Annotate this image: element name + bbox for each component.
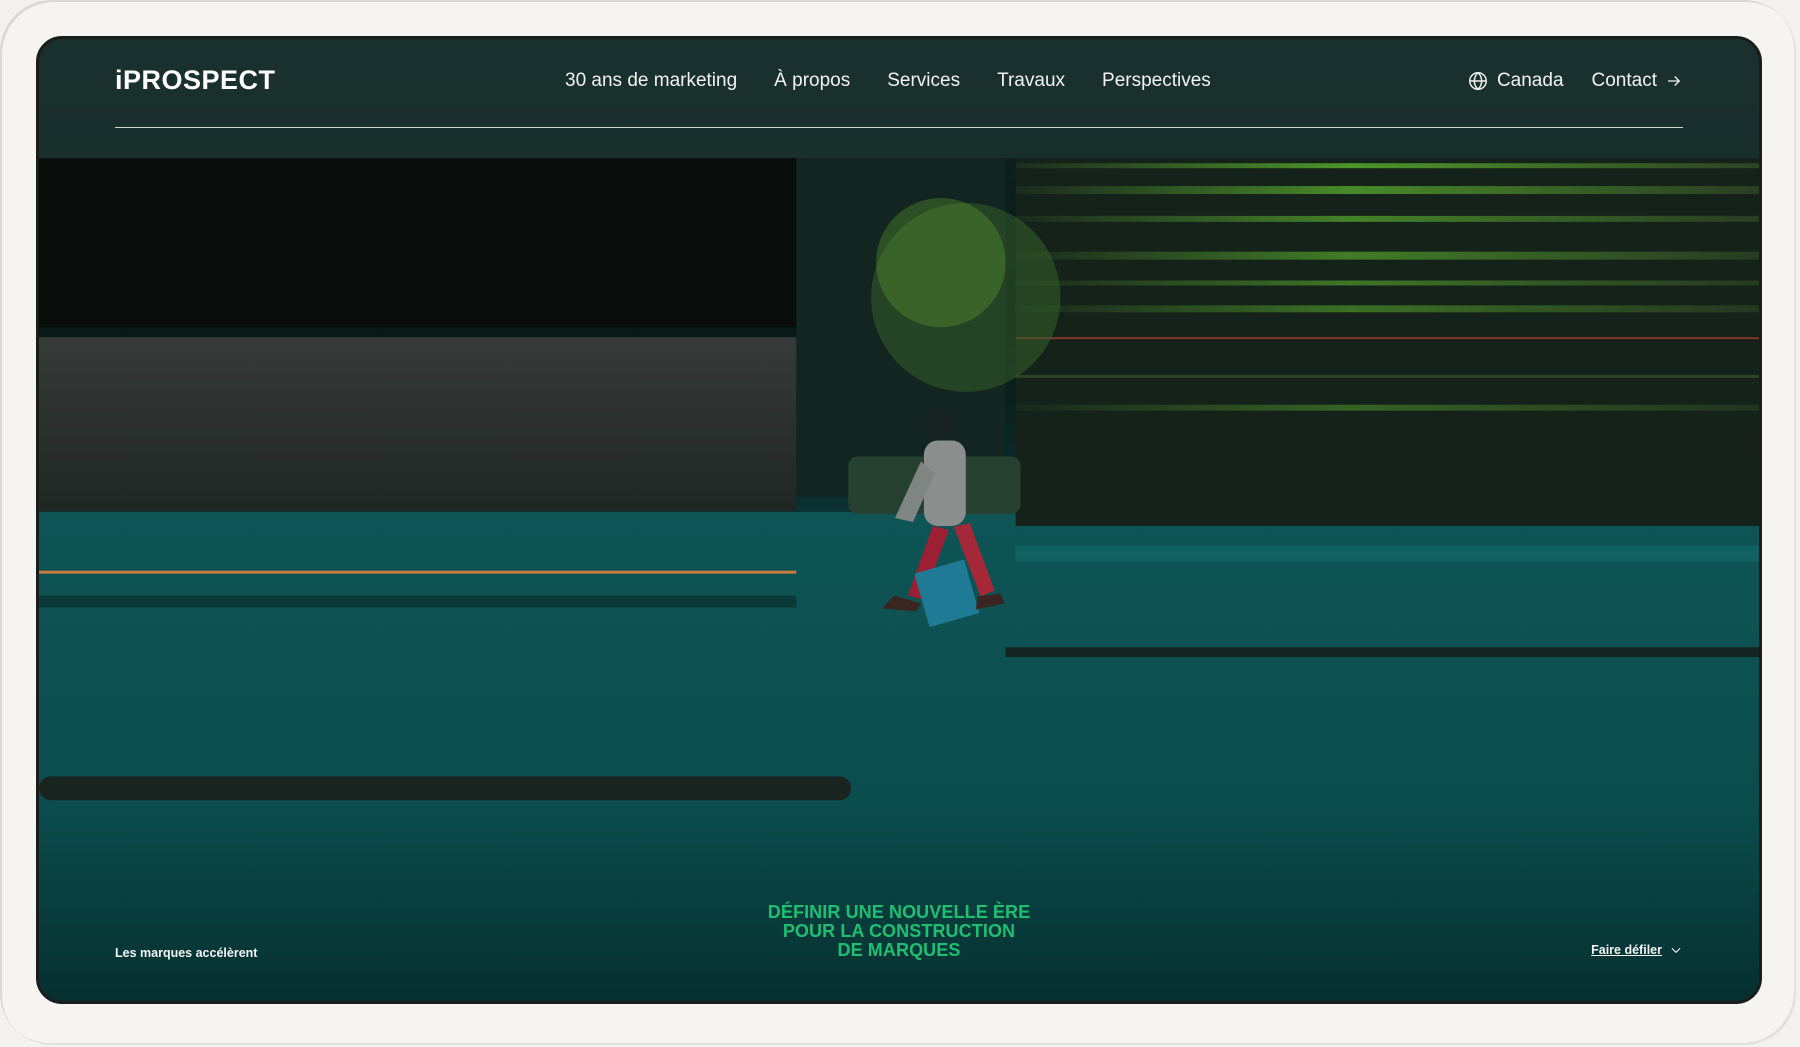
primary-menu: 30 ans de marketing À propos Services Tr…: [565, 70, 1211, 92]
logo[interactable]: iPROSPECT: [115, 65, 276, 96]
scroll-label: Faire défiler: [1591, 943, 1662, 957]
globe-icon: [1467, 70, 1489, 92]
region-selector[interactable]: Canada: [1467, 70, 1564, 92]
nav-item-services[interactable]: Services: [887, 70, 960, 92]
scroll-down-button[interactable]: Faire défiler: [1591, 943, 1683, 957]
headline-line: POUR LA CONSTRUCTION: [782, 921, 1016, 941]
top-navigation: iPROSPECT 30 ans de marketing À propos S…: [115, 39, 1683, 127]
hero-headline: DÉFINIR UNE NOUVELLE ÈRE POUR LA CONSTRU…: [39, 903, 1759, 960]
region-label: Canada: [1496, 70, 1564, 91]
nav-item-travaux[interactable]: Travaux: [997, 70, 1065, 92]
header-divider: [115, 127, 1683, 128]
nav-item-30-ans-de-marketing[interactable]: 30 ans de marketing: [565, 70, 737, 92]
chevron-down-icon: [1669, 943, 1683, 957]
hero-section: iPROSPECT 30 ans de marketing À propos S…: [36, 36, 1762, 1004]
nav-item-perspectives[interactable]: Perspectives: [1102, 70, 1211, 92]
headline-line: DE MARQUES: [837, 940, 961, 960]
contact-label: Contact: [1591, 70, 1657, 91]
header-actions: Canada Contact: [1467, 70, 1683, 92]
device-frame: iPROSPECT 30 ans de marketing À propos S…: [0, 0, 1796, 1045]
hero-image: [39, 39, 1759, 1001]
contact-link[interactable]: Contact: [1592, 70, 1683, 92]
nav-item-a-propos[interactable]: À propos: [774, 70, 850, 92]
hero-left-caption: Les marques accélèrent: [115, 946, 258, 960]
headline-line: DÉFINIR UNE NOUVELLE ÈRE: [767, 902, 1031, 922]
arrow-right-icon: [1665, 72, 1683, 90]
